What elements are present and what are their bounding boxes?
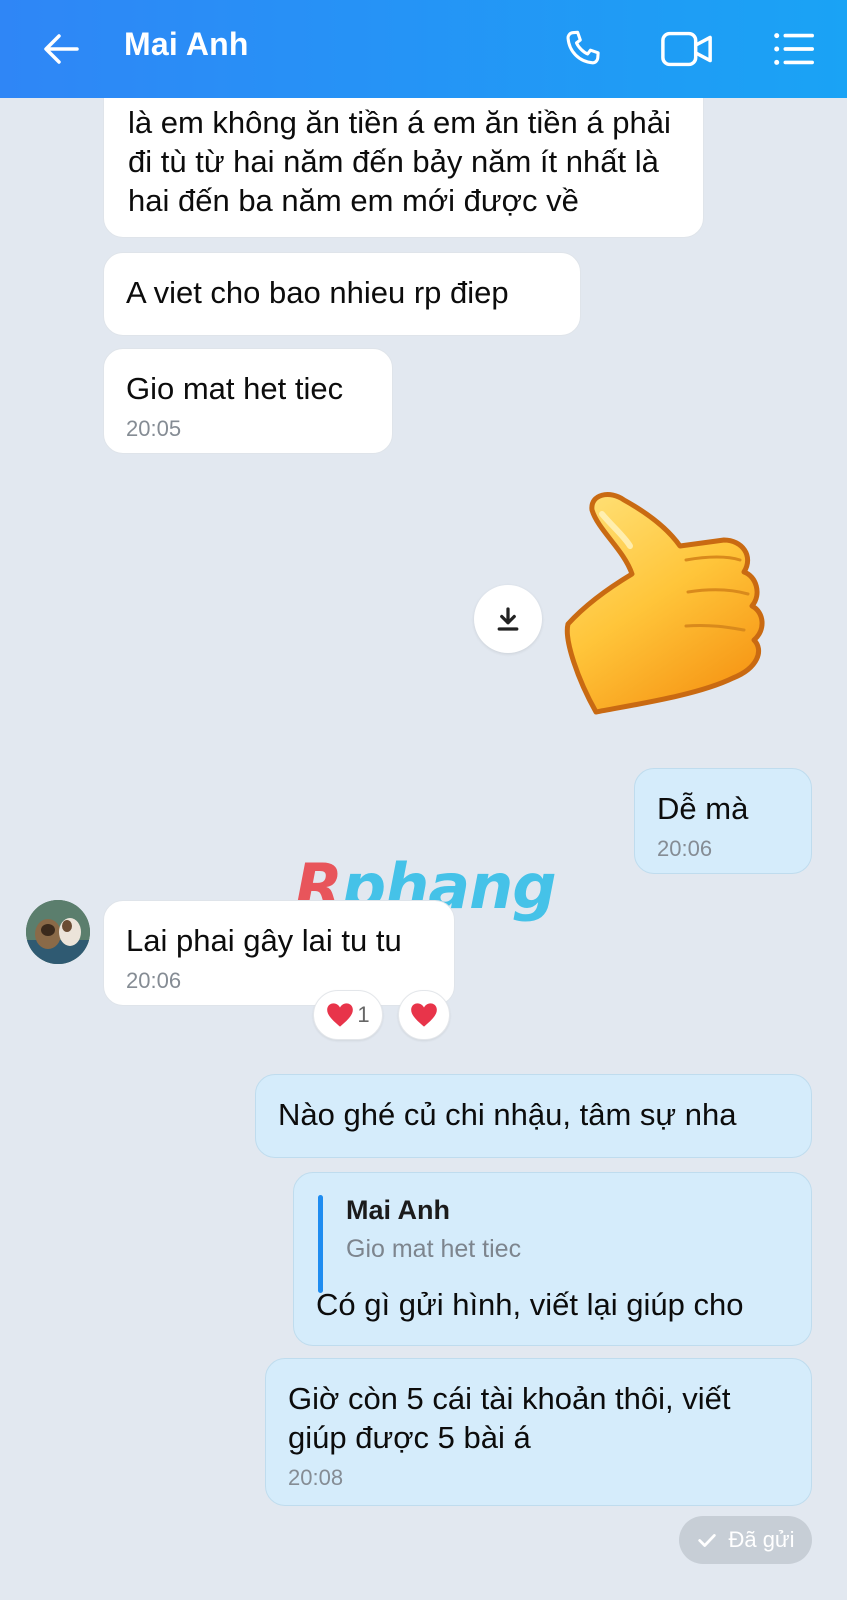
reaction-count: 1: [357, 1002, 370, 1027]
incoming-message-bubble[interactable]: Lai phai gây lai tu tu 20:06: [103, 900, 455, 1006]
download-icon: [497, 607, 519, 631]
message-time: 20:08: [288, 1465, 344, 1490]
menu-list-icon[interactable]: [766, 22, 820, 76]
incoming-message-bubble[interactable]: Gio mat het tiec 20:05: [103, 348, 393, 454]
back-arrow-icon[interactable]: [34, 22, 88, 76]
outgoing-message-bubble[interactable]: Nào ghé củ chi nhậu, tâm sự nha: [255, 1074, 812, 1158]
contact-name[interactable]: Mai Anh: [124, 26, 249, 63]
phone-icon[interactable]: [556, 22, 610, 76]
react-button[interactable]: [398, 990, 450, 1040]
message-text: là em không ăn tiền á em ăn tiền á phải: [128, 105, 671, 140]
sent-status-badge: Đã gửi: [679, 1516, 812, 1564]
message-time: 20:06: [657, 836, 713, 861]
check-icon: [696, 1529, 718, 1551]
thumbs-up-sticker-icon[interactable]: [558, 490, 784, 726]
heart-icon: [410, 1002, 438, 1028]
heart-icon: [326, 1002, 354, 1028]
message-text: Dễ mà: [657, 791, 749, 826]
message-text: A viet cho bao nhieu rp điep: [126, 275, 509, 310]
quote-text[interactable]: Gio mat het tiec: [346, 1233, 521, 1265]
download-button[interactable]: [474, 585, 542, 653]
avatar[interactable]: [26, 900, 90, 964]
message-time: 20:05: [126, 416, 182, 441]
reaction-summary[interactable]: 1: [313, 990, 383, 1040]
quote-bar: [318, 1195, 323, 1293]
message-text: giúp được 5 bài á: [288, 1420, 531, 1455]
message-text: Gio mat het tiec: [126, 371, 344, 406]
sent-status-label: Đã gửi: [728, 1527, 795, 1552]
outgoing-reply-bubble[interactable]: Mai Anh Gio mat het tiec Có gì gửi hình,…: [293, 1172, 812, 1346]
quote-author[interactable]: Mai Anh: [346, 1193, 450, 1227]
message-text: Giờ còn 5 cái tài khoản thôi, viết: [288, 1381, 731, 1416]
outgoing-message-bubble[interactable]: Giờ còn 5 cái tài khoản thôi, viết giúp …: [265, 1358, 812, 1506]
chat-messages-area[interactable]: là em không ăn tiền á em ăn tiền á phải …: [0, 68, 847, 1600]
video-call-icon[interactable]: [660, 22, 714, 76]
message-text: hai đến ba năm em mới được về: [128, 183, 579, 218]
message-text: Nào ghé củ chi nhậu, tâm sự nha: [278, 1097, 737, 1132]
message-text: đi tù từ hai năm đến bảy năm ít nhất là: [128, 144, 659, 179]
incoming-message-bubble[interactable]: A viet cho bao nhieu rp điep: [103, 252, 581, 336]
message-time: 20:06: [126, 968, 182, 993]
message-text: Có gì gửi hình, viết lại giúp cho: [316, 1287, 744, 1322]
chat-header: Mai Anh: [0, 0, 847, 98]
outgoing-message-bubble[interactable]: Dễ mà 20:06: [634, 768, 812, 874]
message-text: Lai phai gây lai tu tu: [126, 923, 402, 958]
